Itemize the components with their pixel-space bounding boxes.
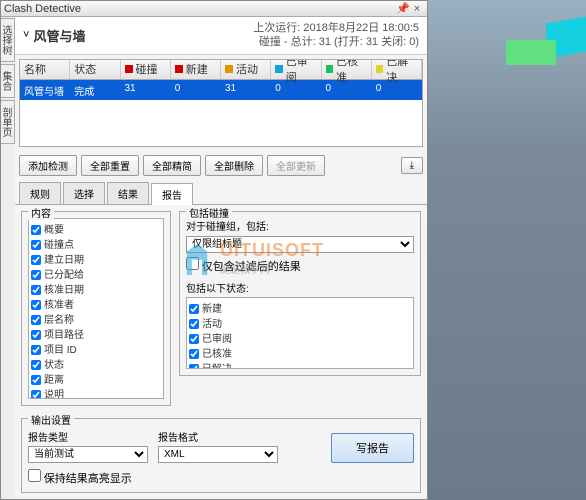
output-legend: 输出设置 bbox=[28, 412, 74, 427]
keep-highlight-checkbox[interactable] bbox=[28, 469, 41, 482]
state-item[interactable]: 活动 bbox=[189, 315, 411, 330]
window-title: Clash Detective bbox=[4, 3, 81, 15]
export-button[interactable]: ⤓ bbox=[401, 157, 423, 174]
state-item[interactable]: 已核准 bbox=[189, 345, 411, 360]
write-report-button[interactable]: 写报告 bbox=[331, 433, 414, 463]
cell: 31 bbox=[121, 80, 171, 100]
states-legend: 包括以下状态: bbox=[186, 280, 414, 295]
state-item[interactable]: 已审阅 bbox=[189, 330, 411, 345]
cell: 0 bbox=[322, 80, 372, 100]
update-all-button[interactable]: 全部更新 bbox=[267, 155, 325, 176]
output-settings-fieldset: 输出设置 报告类型 当前测试 报告格式 XML 写报告 保持结果高亮显示 bbox=[21, 418, 421, 493]
cell: 风管与墙 bbox=[20, 80, 70, 100]
col-header[interactable]: 已审阅 bbox=[271, 60, 321, 79]
content-item[interactable]: 概要 bbox=[31, 221, 161, 236]
last-run-text: 上次运行: 2018年8月22日 18:00:5 bbox=[253, 21, 419, 35]
state-item[interactable]: 新建 bbox=[189, 300, 411, 315]
contents-fieldset: 内容 概要碰撞点建立日期已分配给核准日期核准者层名称项目路径项目 ID状态距离说… bbox=[21, 211, 171, 406]
pin-icon[interactable]: 📌 bbox=[396, 2, 410, 15]
content-item[interactable]: 状态 bbox=[31, 356, 161, 371]
contents-list[interactable]: 概要碰撞点建立日期已分配给核准日期核准者层名称项目路径项目 ID状态距离说明注释… bbox=[28, 218, 164, 399]
state-item[interactable]: 已解决 bbox=[189, 360, 411, 369]
content-item[interactable]: 项目 ID bbox=[31, 341, 161, 356]
filter-checkbox[interactable] bbox=[186, 257, 199, 270]
delete-all-button[interactable]: 全部删除 bbox=[205, 155, 263, 176]
content-item[interactable]: 距离 bbox=[31, 371, 161, 386]
tab-report[interactable]: 报告 bbox=[151, 183, 193, 205]
filter-checkbox-label[interactable]: 仅包含过滤后的结果 bbox=[186, 257, 414, 274]
col-header[interactable]: 活动 bbox=[221, 60, 271, 79]
keep-highlight-label[interactable]: 保持结果高亮显示 bbox=[28, 469, 414, 486]
report-type-select[interactable]: 当前测试 bbox=[28, 446, 148, 463]
close-icon[interactable]: × bbox=[410, 3, 424, 15]
reset-all-button[interactable]: 全部重置 bbox=[81, 155, 139, 176]
include-legend: 包括碰撞 bbox=[186, 205, 232, 220]
table-row[interactable]: 风管与墙完成31031000 bbox=[20, 80, 422, 100]
col-header[interactable]: 名称 bbox=[20, 60, 70, 79]
compact-all-button[interactable]: 全部精简 bbox=[143, 155, 201, 176]
content-item[interactable]: 项目路径 bbox=[31, 326, 161, 341]
col-header[interactable]: 碰撞 bbox=[121, 60, 171, 79]
chevron-down-icon[interactable]: ˅ bbox=[23, 29, 29, 41]
main-tabs: 规则 选择 结果 报告 bbox=[15, 182, 427, 205]
test-header: ˅ 风管与墙 上次运行: 2018年8月22日 18:00:5 碰撞 - 总计:… bbox=[15, 17, 427, 55]
sidetab-section[interactable]: 剖单页 bbox=[1, 100, 15, 144]
tab-results[interactable]: 结果 bbox=[107, 182, 149, 204]
cell: 0 bbox=[271, 80, 321, 100]
sidetab-sets[interactable]: 集合 bbox=[1, 64, 15, 98]
tab-select[interactable]: 选择 bbox=[63, 182, 105, 204]
report-type-label: 报告类型 bbox=[28, 429, 148, 444]
cell: 0 bbox=[171, 80, 221, 100]
content-item[interactable]: 说明 bbox=[31, 386, 161, 399]
content-item[interactable]: 核准者 bbox=[31, 296, 161, 311]
col-header[interactable]: 已核准 bbox=[322, 60, 372, 79]
content-item[interactable]: 已分配给 bbox=[31, 266, 161, 281]
report-format-select[interactable]: XML bbox=[158, 446, 278, 463]
col-header[interactable]: 已解决 bbox=[372, 60, 422, 79]
group-select[interactable]: 仅限组标题 bbox=[186, 236, 414, 253]
clash-summary-text: 碰撞 - 总计: 31 (打开: 31 关闭: 0) bbox=[253, 35, 419, 49]
content-item[interactable]: 碰撞点 bbox=[31, 236, 161, 251]
contents-legend: 内容 bbox=[28, 205, 54, 220]
geometry bbox=[506, 40, 556, 65]
content-item[interactable]: 层名称 bbox=[31, 311, 161, 326]
clash-detective-panel: Clash Detective 📌 × 选择树 集合 剖单页 ˅ 风管与墙 上次… bbox=[0, 0, 428, 500]
content-item[interactable]: 核准日期 bbox=[31, 281, 161, 296]
test-title: 风管与墙 bbox=[33, 26, 85, 45]
sidetab-selection-tree[interactable]: 选择树 bbox=[1, 18, 15, 62]
titlebar[interactable]: Clash Detective 📌 × bbox=[1, 1, 427, 17]
include-clashes-fieldset: 包括碰撞 对于碰撞组，包括: 仅限组标题 仅包含过滤后的结果 包括以下状态: 新… bbox=[179, 211, 421, 376]
tab-rules[interactable]: 规则 bbox=[19, 182, 61, 204]
group-label: 对于碰撞组，包括: bbox=[186, 218, 414, 233]
col-header[interactable]: 状态 bbox=[70, 60, 120, 79]
states-list[interactable]: 新建活动已审阅已核准已解决 bbox=[186, 297, 414, 369]
cell: 完成 bbox=[70, 80, 120, 100]
add-test-button[interactable]: 添加检测 bbox=[19, 155, 77, 176]
cell: 0 bbox=[372, 80, 422, 100]
side-dock-tabs: 选择树 集合 剖单页 bbox=[1, 18, 15, 146]
cell: 31 bbox=[221, 80, 271, 100]
report-format-label: 报告格式 bbox=[158, 429, 278, 444]
col-header[interactable]: 新建 bbox=[171, 60, 221, 79]
tests-table: 名称状态碰撞新建活动已审阅已核准已解决 风管与墙完成31031000 bbox=[19, 59, 423, 147]
content-item[interactable]: 建立日期 bbox=[31, 251, 161, 266]
